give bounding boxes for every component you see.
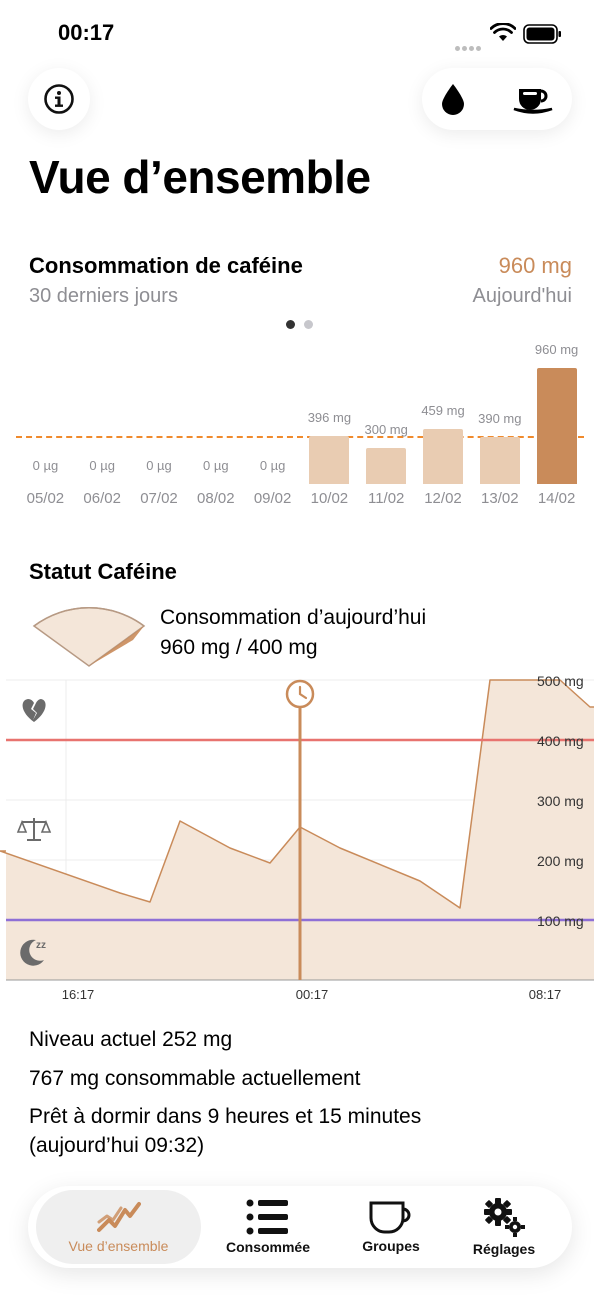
today-consumption-label: Consommation d’aujourd’hui	[160, 606, 427, 629]
info-button[interactable]	[28, 68, 90, 130]
y-tick-label: 100 mg	[537, 913, 584, 929]
bar-value-label: 0 µg	[259, 458, 286, 473]
bar-value-label: 300 mg	[364, 421, 408, 437]
tab-overview-label: Vue d’ensemble	[68, 1238, 169, 1254]
chart-bar[interactable]	[309, 436, 350, 484]
chart-bar[interactable]	[423, 428, 463, 484]
bar-date-label: 14/02	[537, 490, 576, 507]
chart-bar[interactable]	[479, 436, 520, 484]
tab-groups-label: Groupes	[362, 1238, 420, 1254]
bar-date-label: 07/02	[140, 490, 178, 507]
status-title: Statut Caféine	[29, 559, 177, 584]
bar-date-label: 09/02	[253, 490, 292, 507]
wifi-icon	[490, 23, 516, 41]
bar-value-label: 459 mg	[421, 402, 465, 418]
top-actions	[422, 68, 572, 130]
today-consumption-value: 960 mg	[498, 253, 572, 278]
x-tick-label: 16:17	[62, 987, 95, 1002]
caffeine-gauge	[32, 607, 146, 667]
x-tick-label: 00:17	[296, 987, 329, 1002]
today-label: Aujourd'hui	[472, 285, 572, 307]
bar-value-label: 0 µg	[32, 458, 59, 473]
caffeine-level-chart: 500 mg 400 mg 300 mg 200 mg 100 mg 16:17 00:17…	[0, 673, 594, 1002]
clock-icon	[285, 679, 315, 709]
signal-icon	[455, 38, 485, 51]
coffee-cup-icon	[513, 89, 553, 114]
tab-consumed[interactable]: Consommée	[213, 1186, 323, 1268]
bar-value-label: 0 µg	[89, 458, 115, 473]
consumption-subtitle: 30 derniers jours	[29, 285, 178, 307]
tab-groups[interactable]: Groupes	[336, 1186, 446, 1268]
gears-icon	[484, 1198, 525, 1237]
status-time: 00:17	[58, 20, 115, 45]
y-tick-label: 400 mg	[537, 733, 584, 749]
y-tick-label: 500 mg	[537, 673, 584, 689]
water-drop-icon	[442, 84, 464, 115]
tab-settings-label: Réglages	[472, 1241, 536, 1257]
consumable-amount: 767 mg consommable actuellement	[29, 1067, 361, 1090]
caffeine-bar-chart: 0 µg 05/02 0 µg 06/02 0 µg 07/02 0 µg 08/02 0 µg…	[0, 330, 600, 520]
y-tick-label: 200 mg	[537, 853, 584, 869]
scale-icon	[16, 818, 52, 841]
svg-text:zz: zz	[36, 940, 46, 951]
tab-bar: Vue d’ensemble Consommée Groupes Réglage…	[28, 1186, 572, 1268]
tab-consumed-label: Consommée	[225, 1239, 311, 1255]
tab-overview[interactable]: Vue d’ensemble	[36, 1190, 201, 1264]
add-caffeine-button[interactable]	[502, 68, 564, 130]
bar-value-label: 396 mg	[307, 410, 352, 426]
battery-icon	[523, 24, 561, 44]
list-icon	[246, 1199, 288, 1235]
consumption-title: Consommation de caféine	[29, 253, 303, 278]
bar-date-label: 13/02	[481, 490, 519, 507]
info-icon	[44, 84, 74, 114]
page-indicator[interactable]	[286, 320, 314, 330]
bar-value-label: 390 mg	[478, 410, 522, 426]
bar-value-label: 0 µg	[203, 458, 229, 473]
bar-date-label: 12/02	[424, 490, 462, 507]
broken-heart-icon	[22, 699, 46, 722]
bar-date-label: 10/02	[310, 490, 349, 507]
bar-date-label: 06/02	[83, 490, 121, 507]
tab-settings[interactable]: Réglages	[448, 1186, 560, 1268]
cup-icon	[369, 1201, 411, 1234]
bar-value-label: 0 µg	[146, 458, 172, 473]
page-title: Vue d’ensemble	[29, 151, 371, 203]
today-consumption-ratio: 960 mg / 400 mg	[160, 636, 318, 659]
bar-date-label: 05/02	[26, 490, 65, 507]
trend-chart-icon	[96, 1202, 141, 1232]
water-button[interactable]	[422, 68, 484, 130]
x-tick-label: 08:17	[529, 987, 562, 1002]
current-level: Niveau actuel 252 mg	[29, 1028, 233, 1051]
sleep-ready-text: Prêt à dormir dans 9 heures et 15 minute…	[29, 1105, 422, 1128]
chart-bar[interactable]	[536, 368, 577, 484]
y-tick-label: 300 mg	[537, 793, 584, 809]
chart-bar[interactable]	[366, 447, 407, 484]
bar-value-label: 960 mg	[534, 342, 579, 357]
bar-date-label: 08/02	[197, 490, 235, 507]
sleep-ready-time: (aujourd’hui 09:32)	[29, 1134, 205, 1157]
bar-date-label: 11/02	[367, 490, 405, 507]
